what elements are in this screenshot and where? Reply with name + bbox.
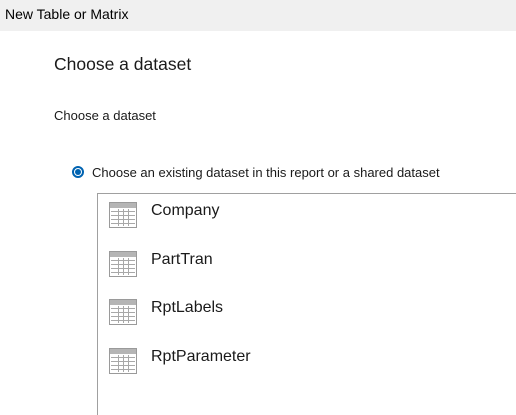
dialog-window: New Table or Matrix Choose a dataset Cho… [0,0,516,415]
dataset-item-parttran[interactable]: PartTran [109,249,213,279]
window-title: New Table or Matrix [5,6,129,22]
existing-dataset-option-label[interactable]: Choose an existing dataset in this repor… [92,165,440,180]
table-icon [109,348,137,374]
existing-dataset-option[interactable]: Choose an existing dataset in this repor… [72,163,440,181]
dataset-item-rptlabels[interactable]: RptLabels [109,297,223,327]
radio-dot [75,169,81,175]
dataset-item-label: Company [151,202,220,219]
radio-button-selected[interactable] [72,166,84,178]
table-icon [109,251,137,277]
table-icon [109,202,137,228]
title-bar: New Table or Matrix [0,0,516,31]
dataset-item-label: RptParameter [151,348,251,365]
page-title: Choose a dataset [54,54,192,74]
dataset-item-company[interactable]: Company [109,200,219,230]
dataset-item-rptparameter[interactable]: RptParameter [109,346,251,376]
dataset-list[interactable]: Company PartTran RptLabels RptParameter [97,193,516,415]
section-label: Choose a dataset [54,108,156,123]
dataset-item-label: PartTran [151,251,213,268]
dataset-item-label: RptLabels [151,299,224,316]
table-icon [109,299,137,325]
